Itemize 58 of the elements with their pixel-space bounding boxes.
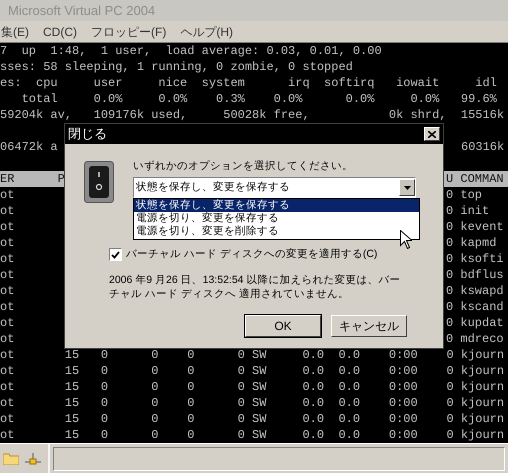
terminal-text: total 0.0% 0.0% 0.3% 0.0% 0.0% 0.0% 99.6% xyxy=(20,92,497,106)
terminal-text: 0 ksofti xyxy=(446,252,504,266)
checkbox[interactable] xyxy=(109,248,122,262)
close-icon xyxy=(428,130,436,138)
terminal-text: 7 up 1:48, 1 user, load average: 0.03, 0.01, 0.00 xyxy=(0,44,382,58)
menu-item[interactable]: フロッピー(F) xyxy=(91,22,166,40)
network-icon[interactable] xyxy=(25,452,41,464)
terminal-text: ot xyxy=(0,332,14,346)
dropdown-option[interactable]: 電源を切り、変更を削除する xyxy=(134,225,419,238)
terminal-text: 0 top xyxy=(446,188,482,202)
terminal-text: ER P xyxy=(0,172,65,186)
terminal-text: 59204k av, 109176k used, 50028k free, 0k shrd, 15516k xyxy=(0,108,504,122)
terminal-text: 0 bdflus xyxy=(446,268,504,282)
terminal-text: ot xyxy=(0,268,14,282)
prompt-text: いずれかのオプションを選択してください。 xyxy=(133,159,354,174)
terminal-text: 0 kapmd xyxy=(446,236,496,250)
terminal-text: ot 15 0 0 0 0 SW 0.0 0.0 0:00 0 kjourn xyxy=(0,396,504,410)
terminal-text: ot xyxy=(0,204,14,218)
checkbox-label: バーチャル ハード ディスクへの変更を適用する(C) xyxy=(126,247,378,262)
option-combobox[interactable]: 状態を保存し、変更を保存する xyxy=(133,177,416,198)
terminal-text: ot 15 0 0 0 0 SW 0.0 0.0 0:00 0 kjourn xyxy=(0,348,504,362)
dialog-title: 閉じる xyxy=(68,125,107,144)
terminal-text: ot xyxy=(0,252,14,266)
dropdown-option[interactable]: 状態を保存し、変更を保存する xyxy=(134,199,419,212)
window-title: Microsoft Virtual PC 2004 xyxy=(8,2,156,20)
dropdown-option[interactable]: 電源を切り、変更を保存する xyxy=(134,212,419,225)
menu-item[interactable]: ヘルプ(H) xyxy=(180,22,233,40)
terminal-text: ot xyxy=(0,220,14,234)
terminal-text: 0 mdreco xyxy=(446,332,504,346)
terminal-text: 0 kswapd xyxy=(446,284,504,298)
check-icon xyxy=(111,250,120,259)
terminal-text: 0 init xyxy=(446,204,490,218)
close-button[interactable] xyxy=(424,127,440,141)
terminal-text: 0 kupdat xyxy=(446,316,504,330)
terminal-text: ot 15 0 0 0 0 SW 0.0 0.0 0:00 0 kjourn xyxy=(0,412,504,426)
dialog-button[interactable]: キャンセル xyxy=(331,314,407,337)
terminal-text: sses: 58 sleeping, 1 running, 0 zombie, 0 stopped xyxy=(0,60,353,74)
terminal-text: 60316k xyxy=(461,140,504,154)
terminal-text: ot 15 0 0 0 0 SW 0.0 0.0 0:00 0 kjourn xyxy=(0,428,504,442)
note-text: 2006 年9 月26 日、13:52:54 以降に加えられた変更は、バーチャル ハード ディスクへ 適用されていません。 xyxy=(109,272,401,301)
terminal-text: ot xyxy=(0,188,14,202)
terminal-text: ot 15 0 0 0 0 SW 0.0 0.0 0:00 0 kjourn xyxy=(0,364,504,378)
terminal-text: ot 15 0 0 0 0 SW 0.0 0.0 0:00 0 kjourn xyxy=(0,380,504,394)
dialog-button[interactable]: OK xyxy=(245,314,321,337)
menu-item[interactable]: 集(E) xyxy=(1,22,29,40)
power-switch-icon xyxy=(84,161,114,203)
terminal-text: U COMMAN xyxy=(446,172,504,186)
menu-item[interactable]: CD(C) xyxy=(43,22,77,40)
combobox-value: 状態を保存し、変更を保存する xyxy=(135,180,290,195)
terminal-text: 0 kscand xyxy=(446,300,504,314)
terminal-text: es: cpu user nice system irq softirq iowait idl xyxy=(0,76,497,90)
dropdown-button[interactable] xyxy=(399,179,415,196)
terminal-text: 0 kevent xyxy=(446,220,504,234)
terminal-text: ot xyxy=(0,284,14,298)
terminal-text: 06472k a xyxy=(0,140,58,154)
terminal-text: ot xyxy=(0,236,14,250)
terminal-text: ot xyxy=(0,300,14,314)
terminal-text: ot xyxy=(0,316,14,330)
